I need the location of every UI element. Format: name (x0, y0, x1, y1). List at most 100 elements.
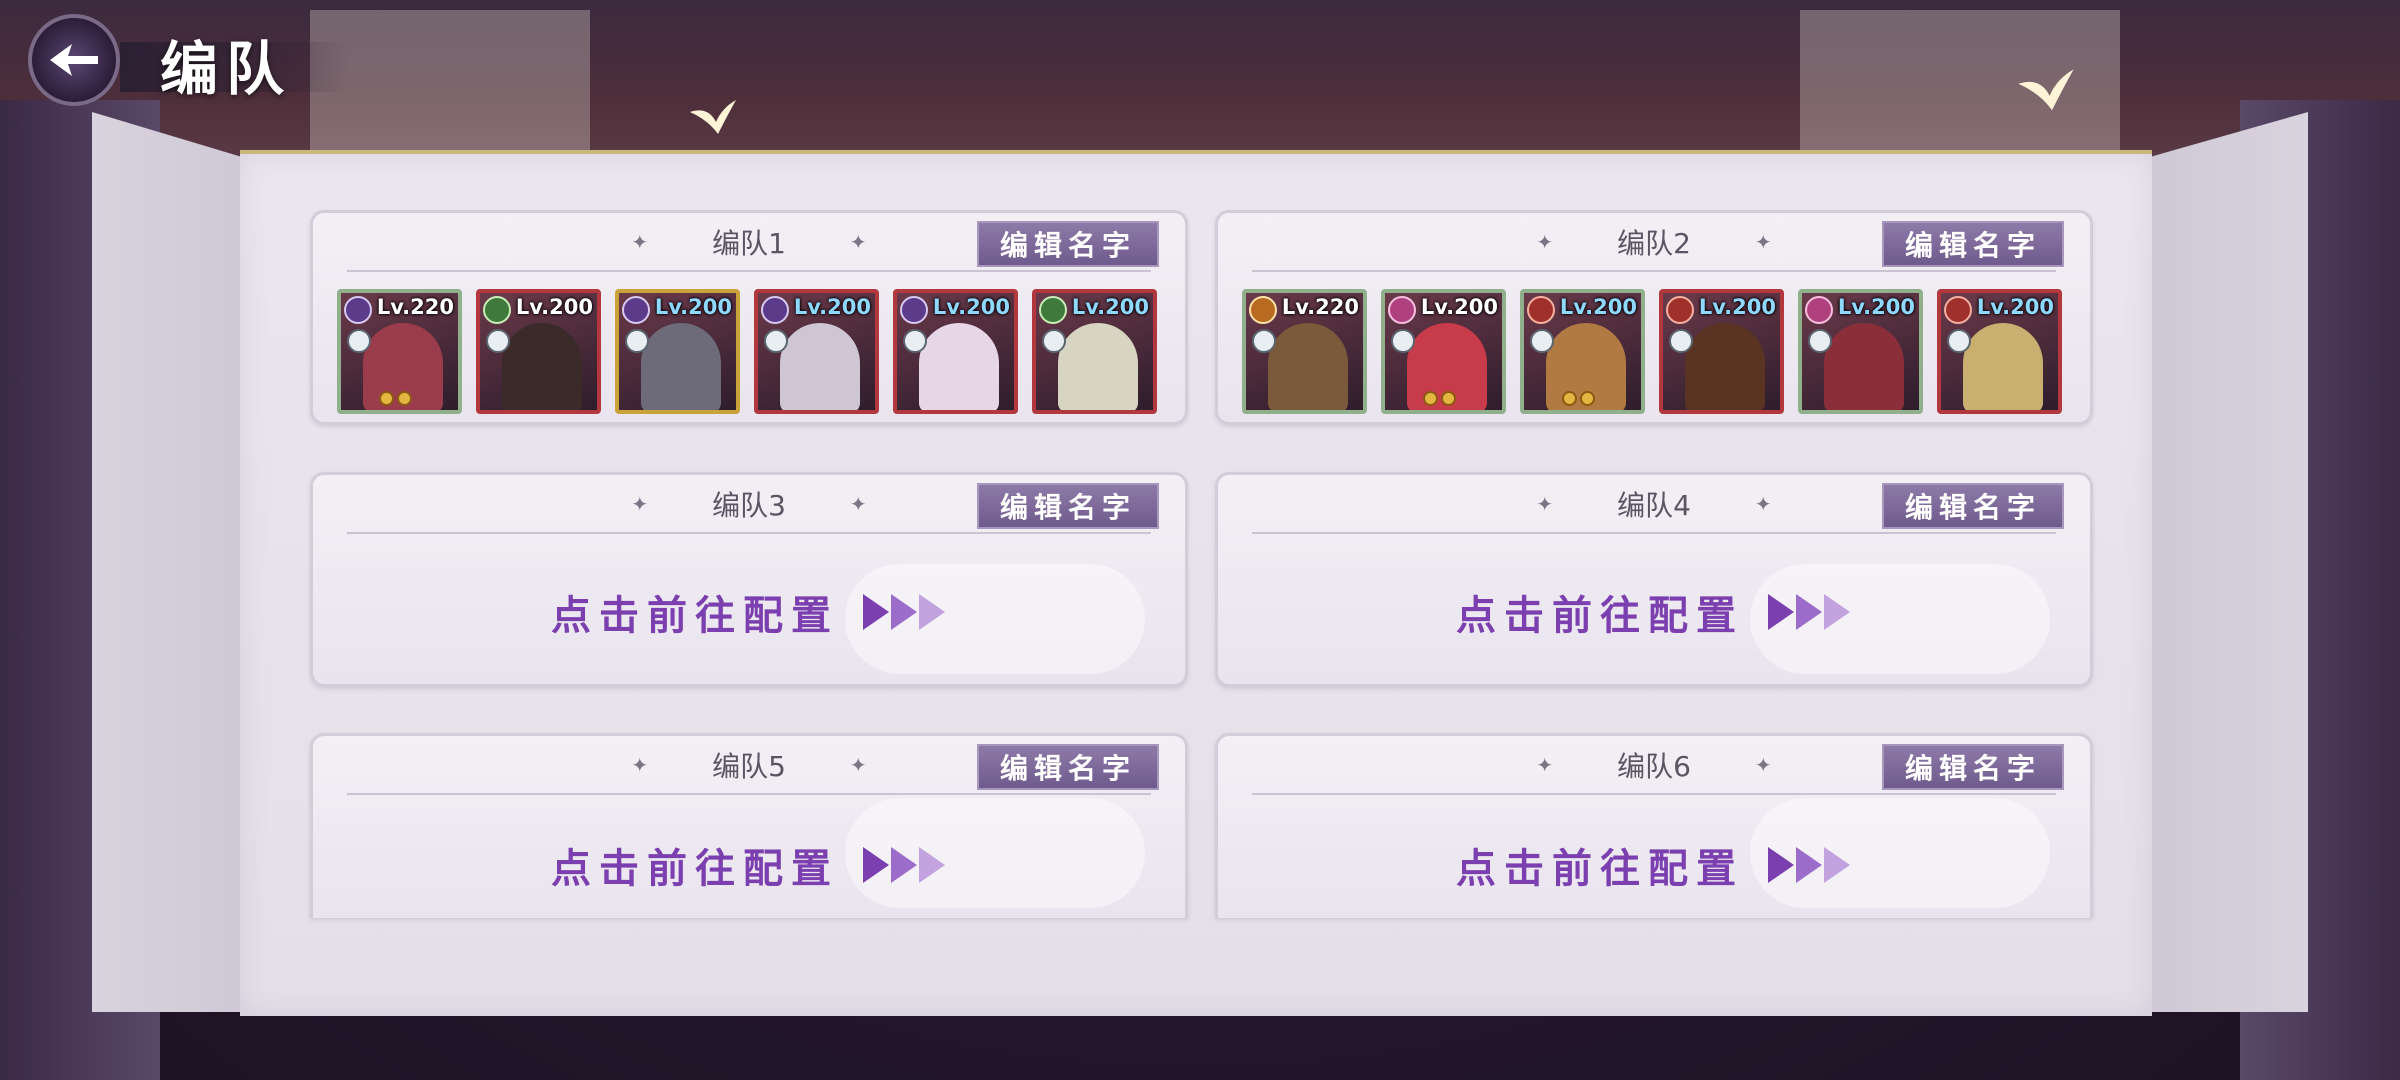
background-scroll-left (310, 10, 590, 160)
triple-arrow-icon (863, 847, 947, 883)
character-portrait (1268, 323, 1348, 410)
level-label: Lv.220 (376, 295, 454, 319)
edit-name-button[interactable]: 编辑名字 (1882, 744, 2064, 790)
role-icon (486, 329, 510, 353)
character-portrait (1963, 323, 2043, 410)
team-name: 编队4 (1617, 489, 1691, 522)
divider (1252, 270, 2056, 272)
back-button[interactable] (28, 14, 120, 106)
star-icon: ✦ (849, 230, 867, 254)
team-name: 编队1 (712, 227, 786, 260)
star-icon: ✦ (631, 230, 649, 254)
level-label: Lv.200 (654, 295, 732, 319)
character-portrait (1685, 323, 1765, 410)
member-slots: Lv.220 Lv.200 Lv.200 Lv.200 Lv.200 Lv.20… (337, 289, 1157, 414)
configure-team-button[interactable]: 点击前往配置 (313, 583, 1185, 641)
team-card-2: ✦ 编队2 ✦ 编辑名字 Lv.220 Lv.200 Lv.200 Lv.200… (1215, 210, 2093, 425)
page-title: 编队 (160, 35, 293, 103)
character-slot[interactable]: Lv.220 (337, 289, 462, 414)
character-slot[interactable]: Lv.200 (893, 289, 1018, 414)
awaken-coins (1423, 391, 1456, 406)
level-label: Lv.200 (1559, 295, 1637, 319)
edit-name-button[interactable]: 编辑名字 (1882, 483, 2064, 529)
level-label: Lv.200 (793, 295, 871, 319)
attribute-icon (1527, 296, 1555, 324)
character-slot[interactable]: Lv.200 (615, 289, 740, 414)
board-wing-left (92, 112, 242, 1012)
role-icon (1808, 329, 1832, 353)
level-label: Lv.200 (515, 295, 593, 319)
star-icon: ✦ (631, 492, 649, 516)
configure-label: 点击前往配置 (551, 846, 839, 892)
configure-team-button[interactable]: 点击前往配置 (1218, 836, 2090, 894)
bird-icon (690, 100, 736, 134)
attribute-icon (900, 296, 928, 324)
character-slot[interactable]: Lv.200 (1032, 289, 1157, 414)
attribute-icon (761, 296, 789, 324)
character-slot[interactable]: Lv.220 (1242, 289, 1367, 414)
character-portrait (919, 323, 999, 410)
character-slot[interactable]: Lv.200 (1659, 289, 1784, 414)
attribute-icon (1388, 296, 1416, 324)
character-slot[interactable]: Lv.200 (754, 289, 879, 414)
star-icon: ✦ (1536, 492, 1554, 516)
configure-label: 点击前往配置 (1456, 846, 1744, 892)
level-label: Lv.200 (1698, 295, 1776, 319)
attribute-icon (1666, 296, 1694, 324)
attribute-icon (1039, 296, 1067, 324)
configure-label: 点击前往配置 (1456, 593, 1744, 639)
character-portrait (502, 323, 582, 410)
attribute-icon (344, 296, 372, 324)
attribute-icon (1249, 296, 1277, 324)
team-card-4: ✦ 编队4 ✦ 编辑名字 点击前往配置 (1215, 472, 2093, 687)
team-card-6: ✦ 编队6 ✦ 编辑名字 点击前往配置 (1215, 733, 2093, 918)
member-slots: Lv.220 Lv.200 Lv.200 Lv.200 Lv.200 Lv.20… (1242, 289, 2062, 414)
team-name: 编队3 (712, 489, 786, 522)
role-icon (1530, 329, 1554, 353)
level-label: Lv.200 (1837, 295, 1915, 319)
role-icon (1947, 329, 1971, 353)
role-icon (625, 329, 649, 353)
role-icon (903, 329, 927, 353)
team-name: 编队2 (1617, 227, 1691, 260)
configure-team-button[interactable]: 点击前往配置 (313, 836, 1185, 894)
board-wing-right (2150, 112, 2308, 1012)
attribute-icon (622, 296, 650, 324)
character-slot[interactable]: Lv.200 (1798, 289, 1923, 414)
divider (347, 532, 1151, 534)
role-icon (1391, 329, 1415, 353)
edit-name-button[interactable]: 编辑名字 (977, 483, 1159, 529)
configure-team-button[interactable]: 点击前往配置 (1218, 583, 2090, 641)
edit-name-button[interactable]: 编辑名字 (977, 221, 1159, 267)
character-portrait (641, 323, 721, 410)
role-icon (1042, 329, 1066, 353)
star-icon: ✦ (1536, 753, 1554, 777)
level-label: Lv.200 (1976, 295, 2054, 319)
star-icon: ✦ (631, 753, 649, 777)
edit-name-button[interactable]: 编辑名字 (977, 744, 1159, 790)
edit-name-button[interactable]: 编辑名字 (1882, 221, 2064, 267)
character-slot[interactable]: Lv.200 (476, 289, 601, 414)
role-icon (764, 329, 788, 353)
divider (1252, 532, 2056, 534)
team-name: 编队5 (712, 750, 786, 783)
star-icon: ✦ (849, 492, 867, 516)
character-portrait (780, 323, 860, 410)
configure-label: 点击前往配置 (551, 593, 839, 639)
character-portrait (1824, 323, 1904, 410)
team-name: 编队6 (1617, 750, 1691, 783)
role-icon (1669, 329, 1693, 353)
triple-arrow-icon (1768, 594, 1852, 630)
awaken-coins (1562, 391, 1595, 406)
character-slot[interactable]: Lv.200 (1381, 289, 1506, 414)
character-slot[interactable]: Lv.200 (1937, 289, 2062, 414)
triple-arrow-icon (863, 594, 947, 630)
attribute-icon (1805, 296, 1833, 324)
level-label: Lv.200 (932, 295, 1010, 319)
level-label: Lv.200 (1420, 295, 1498, 319)
divider (347, 270, 1151, 272)
character-slot[interactable]: Lv.200 (1520, 289, 1645, 414)
team-card-3: ✦ 编队3 ✦ 编辑名字 点击前往配置 (310, 472, 1188, 687)
level-label: Lv.220 (1281, 295, 1359, 319)
awaken-coins (379, 391, 412, 406)
